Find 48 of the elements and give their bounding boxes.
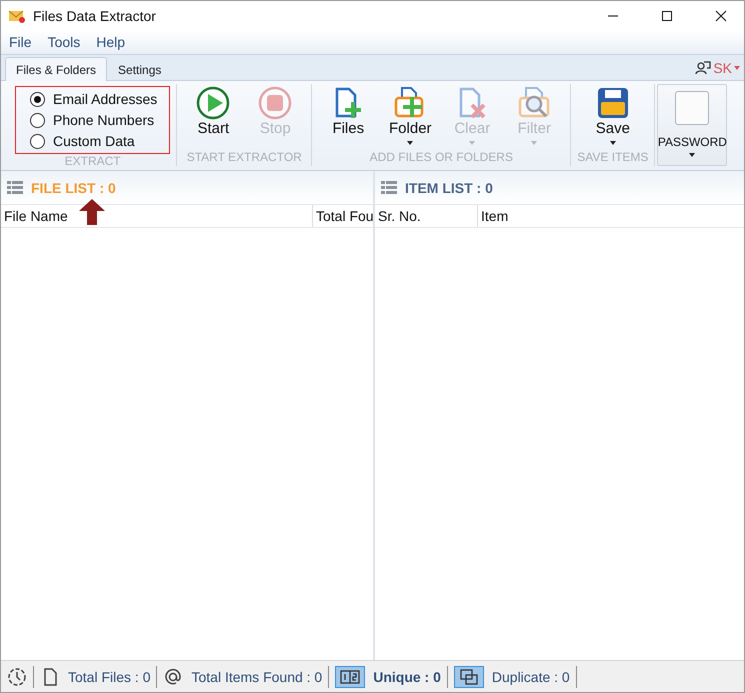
arrow-icon xyxy=(79,199,105,225)
ribbon-button[interactable]: Start xyxy=(183,84,244,137)
ribbon-button[interactable]: Files xyxy=(318,84,378,137)
status-text: Duplicate : 0 xyxy=(492,668,570,684)
at-icon xyxy=(163,666,184,686)
group-label: START EXTRACTOR xyxy=(186,150,302,166)
maximize-icon xyxy=(661,10,673,22)
radio-button[interactable] xyxy=(30,92,45,106)
tab[interactable]: Settings xyxy=(107,57,172,81)
user-icon xyxy=(695,60,712,74)
caret-icon xyxy=(734,66,740,70)
column-header[interactable]: Item xyxy=(478,205,744,227)
unique-icon xyxy=(335,666,366,688)
stop-icon xyxy=(258,86,292,120)
menu-item[interactable]: Tools xyxy=(42,34,86,50)
duplicate-icon xyxy=(454,666,484,688)
radio-label[interactable]: Email Addresses xyxy=(53,91,158,107)
menu-item[interactable]: File xyxy=(3,34,38,50)
radio-label[interactable]: Custom Data xyxy=(53,133,135,149)
column-header[interactable]: Total Fou xyxy=(313,205,373,227)
close-icon xyxy=(715,10,727,22)
list-icon xyxy=(7,181,23,194)
caret-icon xyxy=(689,153,696,157)
status-text: Total Files : 0 xyxy=(68,668,150,684)
save-icon xyxy=(596,86,630,120)
group-label: ADD FILES OR FOLDERS xyxy=(370,150,513,166)
ribbon-button[interactable]: Save xyxy=(582,84,643,145)
filter-icon xyxy=(517,86,552,120)
radio-button[interactable] xyxy=(30,134,45,148)
menu-item[interactable]: Help xyxy=(90,34,132,50)
radio-button[interactable] xyxy=(30,112,45,128)
start-icon xyxy=(196,86,230,120)
status-text: Total Items Found : 0 xyxy=(191,668,322,684)
list-icon xyxy=(381,181,397,194)
group-label: EXTRACT xyxy=(64,154,121,168)
list-title: FILE LIST : 0 xyxy=(31,180,116,196)
radio-label[interactable]: Phone Numbers xyxy=(53,112,154,128)
list-title: ITEM LIST : 0 xyxy=(405,180,493,196)
blank-square-icon xyxy=(675,91,710,125)
status-text: Unique : 0 xyxy=(373,668,441,684)
password-button[interactable]: PASSWORD xyxy=(657,84,728,166)
clock-icon xyxy=(7,666,27,686)
column-header[interactable]: Sr. No. xyxy=(375,205,478,227)
tab[interactable]: Files & Folders xyxy=(5,57,108,81)
ribbon-button[interactable]: Folder xyxy=(380,84,440,145)
group-label: SAVE ITEMS xyxy=(577,150,648,166)
window-title: Files Data Extractor xyxy=(33,8,157,24)
envelope-icon xyxy=(9,8,25,22)
